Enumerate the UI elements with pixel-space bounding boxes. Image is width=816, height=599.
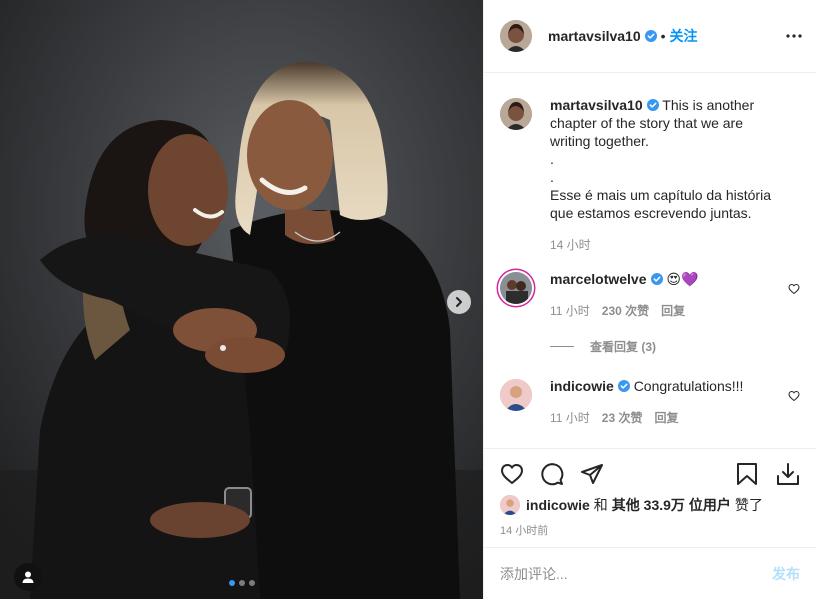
caption-author-avatar[interactable] <box>500 98 532 130</box>
chevron-right-icon <box>456 297 462 307</box>
comment-item: indicowie Congratulations!!! 11 小时 23 次赞… <box>500 377 800 427</box>
replies-divider-line <box>550 346 574 347</box>
commenter-avatar[interactable] <box>500 379 532 411</box>
comment-text: 😍💜 <box>666 271 699 287</box>
likes-others-count[interactable]: 其他 33.9万 位用户 <box>612 495 731 515</box>
reply-button[interactable]: 回复 <box>654 409 678 427</box>
caption-timestamp[interactable]: 14 小时 <box>550 236 591 254</box>
post-timestamp[interactable]: 14 小时前 <box>500 522 548 538</box>
verified-badge-icon <box>644 30 657 42</box>
user-tag-icon <box>22 571 34 583</box>
post-side-panel: martavsilva10 • 关注 martavsilva10 This is… <box>483 0 816 599</box>
post-header: martavsilva10 • 关注 <box>484 0 816 73</box>
carousel-dot <box>239 580 245 586</box>
avatar-image <box>500 379 532 411</box>
likes-summary: indicowie 和 其他 33.9万 位用户 赞了 <box>500 495 800 515</box>
post-comment-button[interactable]: 发布 <box>772 564 800 584</box>
commenter-username[interactable]: marcelotwelve <box>550 271 647 287</box>
caption-text-block: martavsilva10 This is another chapter of… <box>550 96 776 222</box>
download-icon <box>777 462 799 485</box>
comment-body: marcelotwelve 😍💜 11 小时 230 次赞 回复 <box>550 270 800 320</box>
avatar-image <box>500 495 520 515</box>
verified-badge-icon <box>646 99 659 111</box>
comment-item: marcelotwelve 😍💜 11 小时 230 次赞 回复 <box>500 270 800 320</box>
header-separator: • <box>660 28 666 44</box>
post-action-bar <box>484 448 816 498</box>
photo-illustration <box>0 0 483 599</box>
carousel-indicator <box>229 580 255 586</box>
bookmark-icon <box>737 462 757 485</box>
author-avatar[interactable] <box>500 20 532 52</box>
heart-icon <box>500 463 524 484</box>
comment-input[interactable] <box>500 565 772 582</box>
heart-icon <box>788 390 800 402</box>
avatar-image <box>500 272 532 304</box>
tagged-users-button[interactable] <box>14 563 42 591</box>
avatar-image <box>500 98 532 130</box>
like-button[interactable] <box>500 462 524 486</box>
comment-meta: 11 小时 230 次赞 回复 <box>550 302 776 320</box>
reply-button[interactable]: 回复 <box>661 302 685 320</box>
more-options-button[interactable] <box>786 34 802 38</box>
caption-body: martavsilva10 This is another chapter of… <box>550 96 800 254</box>
more-options-icon <box>786 34 802 38</box>
caption-meta: 14 小时 <box>550 236 776 254</box>
likes-suffix: 赞了 <box>734 497 763 513</box>
comment-text: Congratulations!!! <box>633 378 744 394</box>
comment-like-count[interactable]: 23 次赞 <box>602 409 643 427</box>
like-comment-button[interactable] <box>788 282 800 298</box>
likes-and: 和 <box>593 497 608 513</box>
share-icon <box>581 463 603 484</box>
avatar-image <box>500 20 532 52</box>
instagram-post-modal: martavsilva10 • 关注 martavsilva10 This is… <box>0 0 816 599</box>
liker-avatar[interactable] <box>500 495 520 515</box>
comment-like-count[interactable]: 230 次赞 <box>602 302 649 320</box>
carousel-dot <box>249 580 255 586</box>
comment-timestamp[interactable]: 11 小时 <box>550 302 590 320</box>
comment-body: indicowie Congratulations!!! 11 小时 23 次赞… <box>550 377 800 427</box>
author-username[interactable]: martavsilva10 <box>548 28 641 44</box>
next-slide-button[interactable] <box>447 290 471 314</box>
comment-timestamp[interactable]: 11 小时 <box>550 409 590 427</box>
heart-icon <box>788 283 800 295</box>
carousel-dot-active <box>229 580 235 586</box>
comments-list[interactable]: martavsilva10 This is another chapter of… <box>484 74 816 448</box>
caption-username[interactable]: martavsilva10 <box>550 97 643 113</box>
verified-badge-icon <box>650 273 663 285</box>
comment-meta: 11 小时 23 次赞 回复 <box>550 409 776 427</box>
like-comment-button[interactable] <box>788 389 800 405</box>
share-button[interactable] <box>580 462 604 486</box>
liker-username[interactable]: indicowie <box>526 497 590 513</box>
view-replies-label: 查看回复 (3) <box>590 340 657 354</box>
commenter-username[interactable]: indicowie <box>550 378 614 394</box>
view-replies-button[interactable]: 查看回复 (3) <box>550 338 800 355</box>
caption-text: This is another chapter of the story tha… <box>550 97 771 221</box>
commenter-avatar[interactable] <box>500 272 532 304</box>
verified-badge-icon <box>617 380 630 392</box>
save-button[interactable] <box>736 462 758 486</box>
post-photo[interactable] <box>0 0 483 599</box>
post-caption: martavsilva10 This is another chapter of… <box>500 96 800 254</box>
comment-icon <box>541 462 564 485</box>
follow-button[interactable]: 关注 <box>670 26 698 46</box>
add-comment-bar: 发布 <box>484 547 816 599</box>
comment-button[interactable] <box>540 462 564 486</box>
download-button[interactable] <box>776 462 800 486</box>
